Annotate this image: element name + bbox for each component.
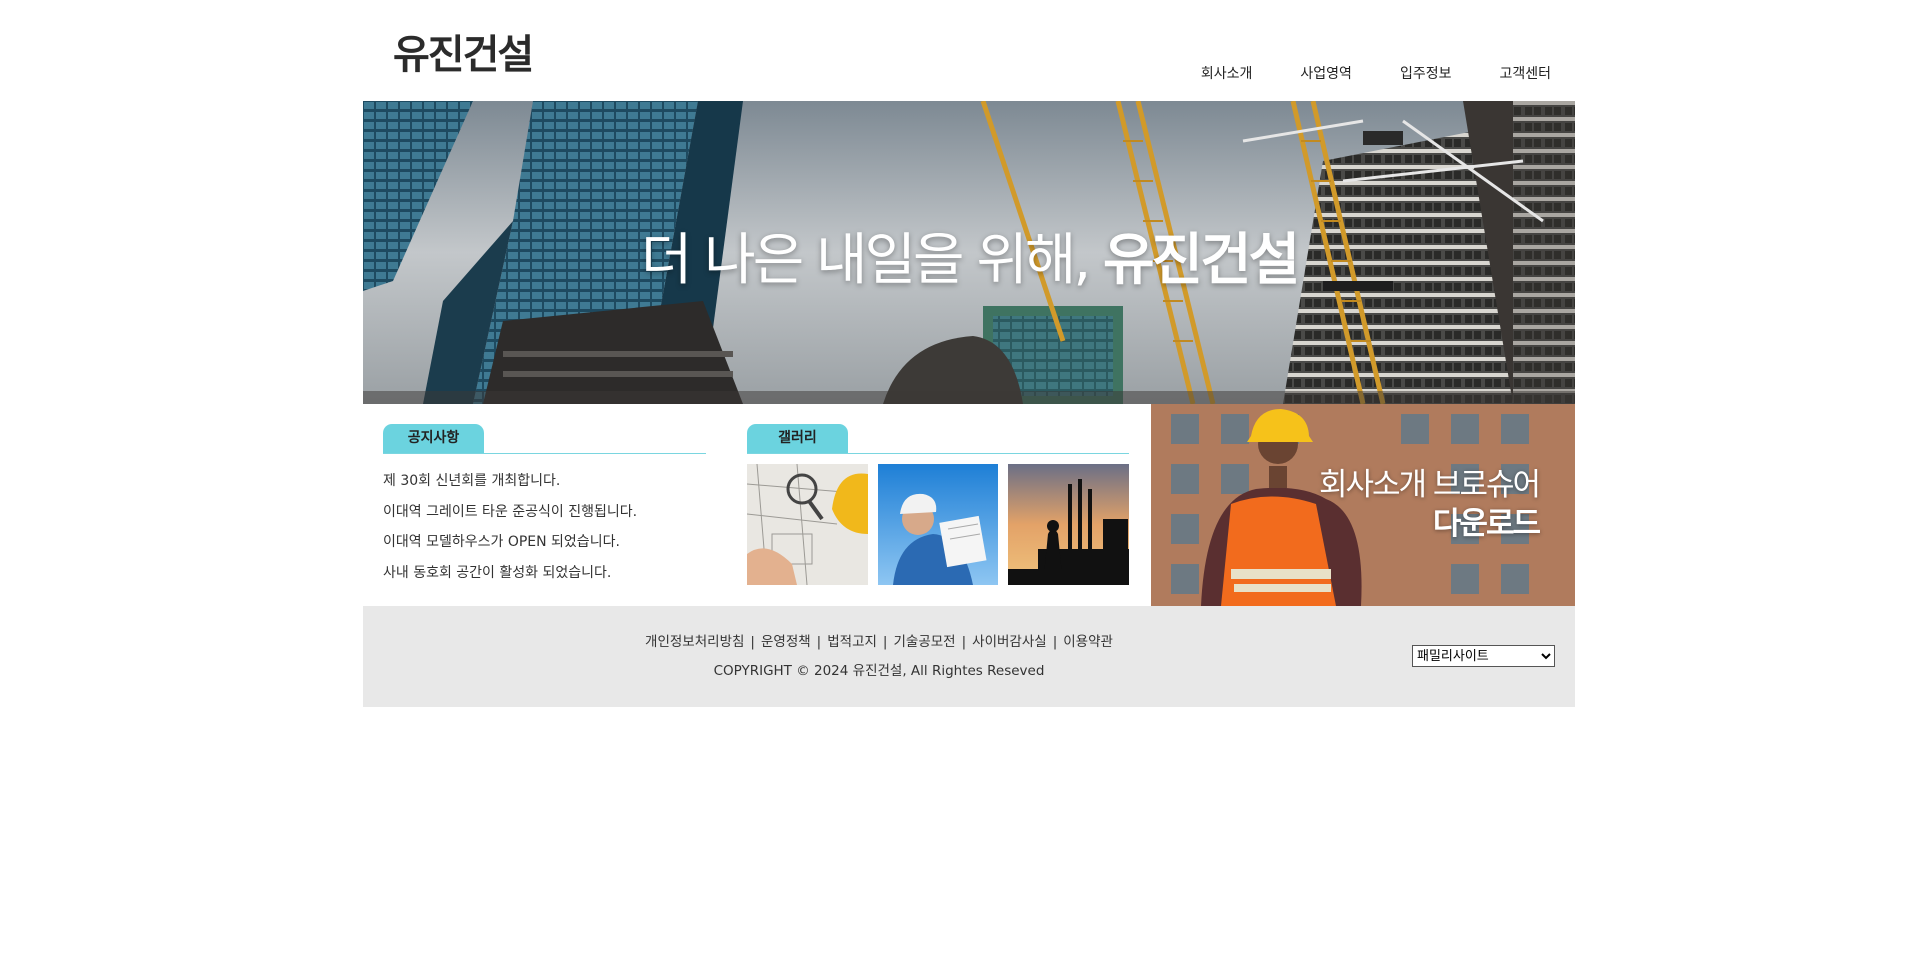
notice-item[interactable]: 제 30회 신년회를 개최합니다. [383, 466, 706, 497]
footer-link-tech-contest[interactable]: 기술공모전 [893, 634, 955, 650]
notice-board: 공지사항 제 30회 신년회를 개최합니다. 이대역 그레이트 타운 준공식이 … [383, 424, 706, 588]
footer-separator: | [1052, 634, 1058, 650]
notice-list: 제 30회 신년회를 개최합니다. 이대역 그레이트 타운 준공식이 진행됩니다… [383, 466, 706, 588]
footer-link-privacy[interactable]: 개인정보처리방침 [645, 634, 744, 650]
brochure-download-banner[interactable]: 회사소개 브로슈어 다운로드 [1151, 404, 1575, 606]
hero-title: 더 나은 내일을 위해, 유진건설 [363, 215, 1575, 296]
nav-item-business[interactable]: 사업영역 [1300, 63, 1352, 83]
gallery-thumbnails [747, 464, 1130, 585]
tab-gallery[interactable]: 갤러리 [747, 424, 848, 453]
page-wrapper: 유진건설 회사소개 사업영역 입주정보 고객센터 더 나은 내일을 위해, 유진… [363, 0, 1575, 707]
gallery-thumb-site-silhouette[interactable] [1008, 464, 1130, 585]
hero-title-bold: 유진건설 [1103, 228, 1300, 293]
site-footer: 개인정보처리방침 | 운영정책 | 법적고지 | 기술공모전 | 사이버감사실 | 이용약관 COP… [363, 606, 1575, 707]
family-site-select[interactable]: 패밀리사이트 [1412, 645, 1555, 667]
hero-banner: 더 나은 내일을 위해, 유진건설 [363, 101, 1575, 404]
gallery-tabbar: 갤러리 [747, 424, 1129, 454]
site-header: 유진건설 회사소개 사업영역 입주정보 고객센터 [363, 0, 1575, 101]
footer-separator: | [750, 634, 755, 650]
content-section: 공지사항 제 30회 신년회를 개최합니다. 이대역 그레이트 타운 준공식이 … [363, 404, 1575, 606]
gallery-thumb-blueprint[interactable] [747, 464, 868, 585]
footer-link-terms[interactable]: 이용약관 [1063, 634, 1113, 650]
nav-item-support[interactable]: 고객센터 [1499, 63, 1551, 83]
footer-links: 개인정보처리방침 | 운영정책 | 법적고지 | 기술공모전 | 사이버감사실 | 이용약관 [363, 630, 1395, 650]
notice-tabbar: 공지사항 [383, 424, 706, 454]
footer-separator: | [882, 634, 888, 650]
gallery-thumb-engineer[interactable] [877, 464, 999, 585]
footer-link-cyber-audit[interactable]: 사이버감사실 [972, 634, 1047, 650]
site-logo[interactable]: 유진건설 [393, 22, 534, 80]
gallery-board: 갤러리 [747, 424, 1130, 585]
nav-item-residence[interactable]: 입주정보 [1400, 63, 1452, 83]
footer-separator: | [961, 634, 967, 650]
main-nav: 회사소개 사업영역 입주정보 고객센터 [1153, 63, 1551, 83]
notice-item[interactable]: 이대역 모델하우스가 OPEN 되었습니다. [383, 527, 706, 558]
footer-link-policy[interactable]: 운영정책 [761, 634, 811, 650]
footer-separator: | [816, 634, 822, 650]
hero-title-regular: 더 나은 내일을 위해, [640, 228, 1104, 293]
brochure-caption: 회사소개 브로슈어 다운로드 [1318, 466, 1541, 544]
notice-item[interactable]: 사내 동호회 공간이 활성화 되었습니다. [383, 558, 706, 589]
notice-item[interactable]: 이대역 그레이트 타운 준공식이 진행됩니다. [383, 497, 706, 528]
brochure-line-1: 회사소개 브로슈어 [1318, 467, 1541, 503]
copyright-text: COPYRIGHT © 2024 유진건설, All Rightes Resev… [713, 663, 1045, 679]
tab-notice[interactable]: 공지사항 [383, 424, 484, 453]
brochure-line-2: 다운로드 [1432, 506, 1541, 542]
footer-link-legal[interactable]: 법적고지 [827, 634, 877, 650]
nav-item-about[interactable]: 회사소개 [1201, 63, 1253, 83]
